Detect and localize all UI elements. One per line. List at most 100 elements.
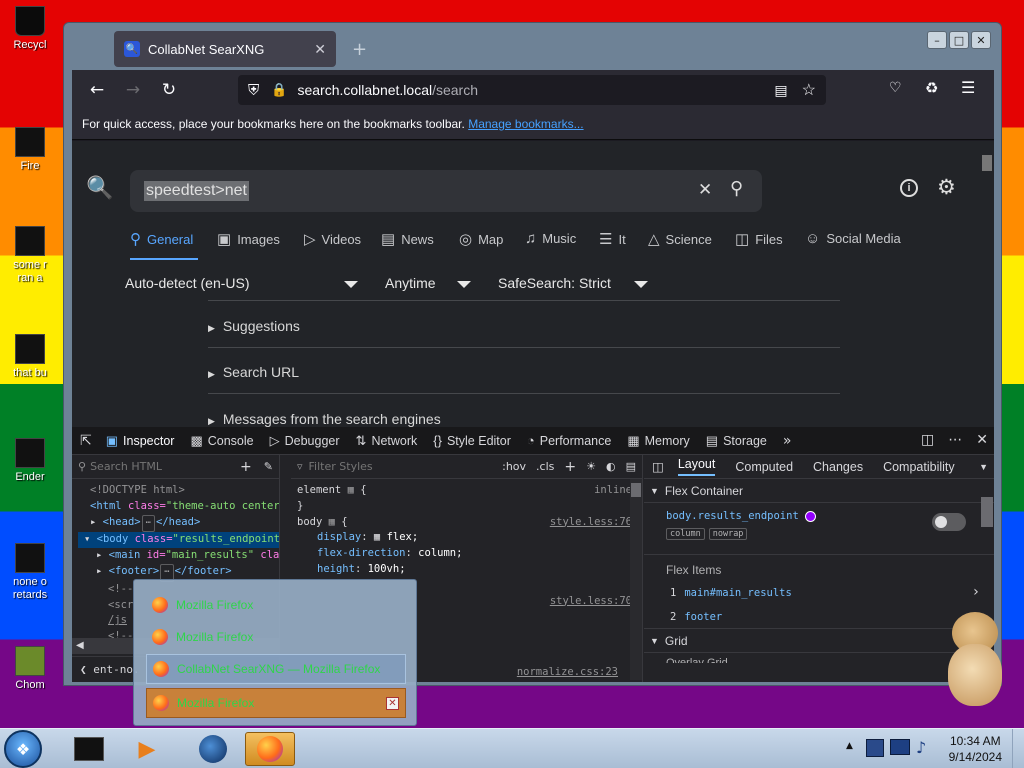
new-tab-icon[interactable]: + — [352, 39, 367, 60]
rule-source-link[interactable]: style.less:76 — [550, 515, 632, 531]
tab-changes[interactable]: Changes — [813, 460, 863, 474]
back-arrow-icon[interactable]: ← — [82, 75, 112, 105]
category-images[interactable]: ▣ Images — [217, 230, 280, 248]
add-node-icon[interactable]: + — [240, 459, 252, 475]
more-tabs-chevron-icon[interactable]: » — [783, 433, 792, 449]
jumplist-item[interactable]: Mozilla Firefox — [146, 590, 406, 620]
category-science[interactable]: △ Science — [648, 230, 712, 248]
chevron-right-icon[interactable]: › — [972, 584, 980, 600]
pocket-icon[interactable]: ♡ — [889, 80, 902, 96]
language-select[interactable]: Auto-detect (en-US) — [125, 275, 250, 291]
desktop-icon-chom[interactable]: Chom — [4, 646, 56, 691]
reload-icon[interactable]: ↻ — [154, 75, 184, 105]
desktop-icon-file-5[interactable]: none o retards — [4, 543, 56, 602]
flex-highlight-toggle[interactable] — [932, 513, 966, 531]
network-icon[interactable] — [866, 739, 884, 757]
body-node-selected[interactable]: ▾ <body class="results_endpoint" — [78, 532, 279, 549]
tab-close-icon[interactable]: ✕ — [314, 41, 326, 58]
flex-badge-icon[interactable]: ▦ — [374, 531, 380, 543]
flex-container-header[interactable]: ▼ Flex Container — [644, 479, 994, 503]
tab-inspector[interactable]: ▣ Inspector — [106, 433, 175, 449]
rule-source-link[interactable]: style.less:70 — [550, 594, 632, 610]
tab-console[interactable]: ▩ Console — [190, 433, 253, 449]
hov-toggle[interactable]: :hov — [502, 460, 526, 473]
system-clock[interactable]: 10:34 AM 9/14/2024 — [949, 733, 1002, 765]
tab-compatibility[interactable]: Compatibility — [883, 460, 955, 474]
taskbar-app-globe[interactable] — [188, 732, 238, 766]
preferences-gear-icon[interactable]: ⚙ — [937, 175, 956, 200]
close-window-button[interactable]: ✕ — [971, 31, 991, 49]
html-node[interactable]: <html class="theme-auto center- — [78, 499, 279, 515]
breadcrumb-prev-icon[interactable]: ❮ — [80, 663, 87, 676]
taskbar-app-firefox[interactable] — [245, 732, 295, 766]
print-media-icon[interactable]: ▤ — [626, 460, 636, 473]
more-options-icon[interactable]: ⋯ — [948, 432, 962, 448]
sidebar-toggle-icon[interactable]: ◫ — [652, 459, 664, 474]
grid-header[interactable]: ▼ Grid — [644, 629, 994, 653]
chevron-down-icon[interactable] — [634, 281, 648, 288]
cls-toggle[interactable]: .cls — [536, 460, 554, 473]
accordion-suggestions[interactable]: ▶ Suggestions — [208, 318, 840, 334]
bookmark-star-icon[interactable]: ☆ — [802, 80, 816, 100]
monitor-icon[interactable] — [890, 739, 910, 755]
tab-style-editor[interactable]: {} Style Editor — [433, 433, 511, 448]
flex-item-row[interactable]: 1 main#main_results › — [644, 581, 994, 605]
dock-side-icon[interactable]: ◫ — [921, 432, 934, 448]
tab-debugger[interactable]: ▷ Debugger — [270, 433, 340, 449]
tab-storage[interactable]: ▤ Storage — [706, 433, 767, 449]
hamburger-menu-icon[interactable]: ☰ — [961, 78, 975, 97]
declaration[interactable]: flex-direction: column; — [297, 546, 632, 562]
category-general[interactable]: ⚲ General — [130, 230, 193, 248]
dark-mode-icon[interactable]: ◐ — [606, 460, 616, 473]
eyedropper-icon[interactable]: ✎ — [264, 460, 273, 473]
maximize-button[interactable]: □ — [949, 31, 969, 49]
rules-scrollbar[interactable] — [630, 479, 642, 680]
tab-network[interactable]: ⇅ Network — [356, 433, 418, 449]
accordion-search-url[interactable]: ▶ Search URL — [208, 364, 840, 380]
head-node[interactable]: ▸ <head> ⋯ </head> — [78, 514, 279, 533]
ellipsis-badge[interactable]: ⋯ — [141, 514, 156, 533]
flex-item-row[interactable]: 2 footer — [644, 605, 994, 629]
jumplist-item-active[interactable]: CollabNet SearXNG — Mozilla Firefox — [146, 654, 406, 684]
chevron-down-icon[interactable] — [344, 281, 358, 288]
category-news[interactable]: ▤ News — [381, 230, 434, 248]
declaration[interactable]: height: 100vh; — [297, 562, 632, 578]
volume-icon[interactable]: ♪ — [916, 738, 926, 757]
search-box[interactable]: speedtest>net ✕ ⚲ — [130, 170, 762, 212]
chevron-down-icon[interactable] — [457, 281, 471, 288]
add-rule-icon[interactable]: + — [564, 459, 576, 475]
taskbar-app-media-player[interactable]: ▶ — [122, 732, 172, 766]
desktop-icon-file-3[interactable]: that bu — [4, 334, 56, 379]
clear-search-icon[interactable]: ✕ — [698, 180, 712, 200]
scrollbar-thumb[interactable] — [982, 155, 992, 171]
forward-arrow-icon[interactable]: → — [118, 75, 148, 105]
info-icon[interactable]: i — [900, 179, 918, 197]
category-videos[interactable]: ▷ Videos — [304, 230, 361, 248]
category-it[interactable]: ☰ It — [599, 230, 626, 248]
rules-source-3[interactable]: normalize.css:23 — [517, 666, 618, 678]
close-window-icon[interactable]: ✕ — [386, 696, 399, 710]
search-submit-icon[interactable]: ⚲ — [730, 178, 743, 199]
main-node[interactable]: ▸ <main id="main_results" clas — [78, 548, 279, 564]
manage-bookmarks-link[interactable]: Manage bookmarks... — [468, 117, 583, 131]
flex-element-tag[interactable]: body — [666, 510, 691, 522]
tray-expand-icon[interactable]: ▲ — [846, 741, 853, 751]
browser-tab[interactable]: 🔍 CollabNet SearXNG ✕ — [114, 31, 336, 67]
page-scrollbar[interactable] — [982, 155, 992, 425]
tab-memory[interactable]: ▦ Memory — [627, 433, 689, 449]
url-bar[interactable]: ⛨ 🔒 search.collabnet.local /search ▤ ☆ — [238, 75, 826, 105]
minimize-button[interactable]: – — [927, 31, 947, 49]
tab-computed[interactable]: Computed — [735, 460, 793, 474]
scrollbar-thumb[interactable] — [981, 497, 993, 527]
shield-icon[interactable]: ⛨ — [248, 82, 259, 99]
show-desktop-button[interactable] — [1012, 729, 1024, 768]
searxng-logo-icon[interactable]: 🔍 — [86, 175, 113, 201]
category-files[interactable]: ◫ Files — [735, 230, 783, 248]
time-range-select[interactable]: Anytime — [385, 275, 436, 291]
tab-performance[interactable]: ◔ Performance — [527, 433, 611, 448]
desktop-icon-file-2[interactable]: some r ran a — [4, 226, 56, 285]
start-button[interactable]: ❖ — [4, 730, 42, 768]
taskbar-app-terminal[interactable] — [64, 732, 114, 766]
jumplist-item-hovered[interactable]: Mozilla Firefox ✕ — [146, 688, 406, 718]
close-devtools-icon[interactable]: ✕ — [976, 432, 988, 448]
